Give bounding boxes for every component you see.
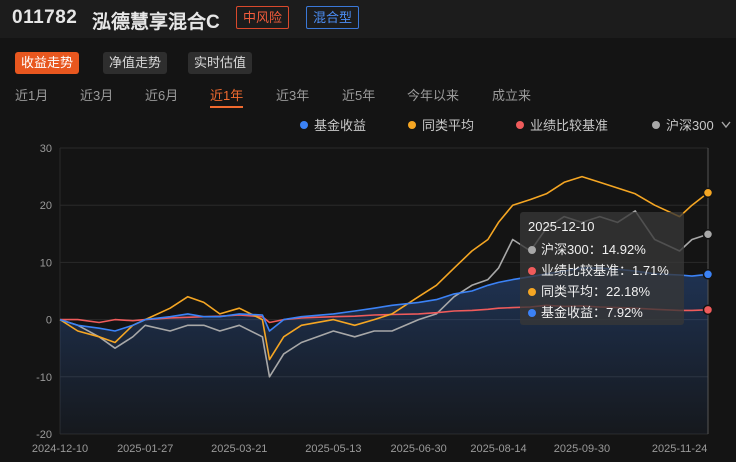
legend-label: 沪深300 <box>666 118 714 133</box>
fund-type-badge: 混合型 <box>306 6 360 29</box>
y-axis: 30 20 10 0 -10 -20 <box>36 143 52 441</box>
x-tick-label: 2024-12-10 <box>32 443 88 455</box>
series-endpoint-marker <box>702 187 714 198</box>
y-tick-label: 30 <box>40 143 52 155</box>
tooltip-label: 同类平均：22.18% <box>541 284 651 299</box>
tooltip-row-benchmark: 业绩比较基准：1.71% <box>528 260 676 281</box>
legend-label: 基金收益 <box>314 118 367 133</box>
tab-realtime-estimate[interactable]: 实时估值 <box>188 52 253 74</box>
range-tab-1m[interactable]: 近1月 <box>15 86 48 108</box>
fund-header: 011782 泓德慧享混合C 中风险 混合型 <box>0 0 736 38</box>
range-tab-since-inception[interactable]: 成立来 <box>492 86 531 108</box>
y-tick-label: 10 <box>40 257 52 269</box>
risk-level-badge: 中风险 <box>236 6 290 29</box>
dot-icon <box>528 288 536 296</box>
y-tick-label: 20 <box>40 200 52 212</box>
range-tab-3y[interactable]: 近3年 <box>276 86 309 108</box>
tooltip-row-fund-return: 基金收益：7.92% <box>528 302 676 323</box>
y-tick-label: -20 <box>36 429 52 441</box>
legend-csi300-select[interactable]: 沪深300 <box>652 117 731 135</box>
tooltip-label: 业绩比较基准：1.71% <box>541 263 669 278</box>
legend-fund-return[interactable]: 基金收益 <box>300 117 366 135</box>
series-endpoint-marker <box>702 269 714 280</box>
dot-icon <box>528 246 536 254</box>
x-tick-label: 2025-11-24 <box>652 443 707 455</box>
tab-return-trend[interactable]: 收益走势 <box>15 52 80 74</box>
range-tab-6m[interactable]: 近6月 <box>145 86 178 108</box>
legend-dot-icon <box>408 121 416 129</box>
tooltip-label: 沪深300：14.92% <box>541 242 646 257</box>
range-tab-3m[interactable]: 近3月 <box>80 86 113 108</box>
x-tick-label: 2025-03-21 <box>211 443 267 455</box>
legend-dot-icon <box>516 121 524 129</box>
tab-nav-trend[interactable]: 净值走势 <box>103 52 168 74</box>
tooltip-row-csi300: 沪深300：14.92% <box>528 239 676 260</box>
chevron-down-icon <box>721 121 731 129</box>
tooltip-date: 2025-12-10 <box>528 219 595 234</box>
range-tab-ytd[interactable]: 今年以来 <box>407 86 459 108</box>
x-tick-label: 2025-05-13 <box>305 443 361 455</box>
x-tick-label: 2025-01-27 <box>117 443 173 455</box>
series-endpoint-marker <box>702 304 714 316</box>
legend-dot-icon <box>300 121 308 129</box>
legend-label: 业绩比较基准 <box>530 118 609 133</box>
chart-tooltip: 2025-12-10 沪深300：14.92% 业绩比较基准：1.71% 同类平… <box>520 212 684 325</box>
x-tick-label: 2025-06-30 <box>390 443 446 455</box>
legend-peer-average[interactable]: 同类平均 <box>408 117 474 135</box>
fund-name: 泓德慧享混合C <box>92 12 220 33</box>
x-tick-label: 2025-09-30 <box>554 443 610 455</box>
chart-legend: 基金收益 同类平均 业绩比较基准 沪深300 <box>0 117 736 137</box>
range-tab-bar: 近1月 近3月 近6月 近1年 近3年 近5年 今年以来 成立来 <box>0 86 736 110</box>
tooltip-row-peer-average: 同类平均：22.18% <box>528 281 676 302</box>
tooltip-label: 基金收益：7.92% <box>541 305 643 320</box>
y-tick-label: -10 <box>36 372 52 384</box>
legend-benchmark[interactable]: 业绩比较基准 <box>516 117 608 135</box>
x-axis: 2024-12-10 2025-01-27 2025-03-21 2025-05-13… <box>32 443 707 455</box>
dot-icon <box>528 267 536 275</box>
x-tick-label: 2025-08-14 <box>470 443 526 455</box>
dot-icon <box>528 309 536 317</box>
series-endpoint-marker <box>702 229 714 240</box>
legend-label: 同类平均 <box>422 118 475 133</box>
y-tick-label: 0 <box>46 315 52 327</box>
range-tab-5y[interactable]: 近5年 <box>342 86 375 108</box>
range-tab-1y[interactable]: 近1年 <box>210 86 244 108</box>
legend-dot-icon <box>652 121 660 129</box>
fund-code: 011782 <box>12 7 78 28</box>
